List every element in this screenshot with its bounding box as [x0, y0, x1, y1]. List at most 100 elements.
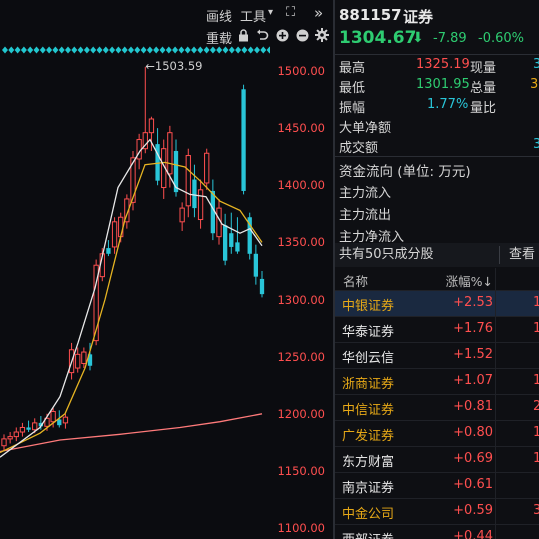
candle-body	[106, 248, 111, 254]
kline-canvas	[0, 66, 265, 458]
candle-body	[185, 155, 191, 207]
current-volume-value: 3	[533, 57, 539, 72]
event-marker-diamond	[235, 46, 242, 54]
stock-name: 南京证券	[342, 481, 395, 496]
candlestick	[197, 179, 204, 229]
table-row[interactable]: 中金公司 +0.59 3	[335, 498, 539, 525]
candlestick	[142, 66, 148, 154]
candlestick	[1, 434, 7, 451]
event-marker-diamond	[222, 46, 229, 54]
event-marker-diamond	[165, 46, 172, 54]
tab-view[interactable]: 查看	[509, 243, 535, 267]
table-row[interactable]: 东方财富 +0.69 1	[335, 446, 539, 473]
candle-body	[192, 179, 197, 209]
event-marker-diamond	[191, 46, 197, 54]
stock-change-percent: +0.80	[453, 425, 493, 440]
candle-body	[50, 410, 56, 423]
stock-name: 东方财富	[342, 455, 395, 470]
event-marker-diamond	[228, 46, 235, 54]
current-volume-label: 现量	[470, 61, 497, 76]
table-row[interactable]: 广发证券 +0.80 1	[335, 420, 539, 447]
candlestick	[259, 270, 265, 298]
table-row[interactable]: 南京证券 +0.61	[335, 472, 539, 499]
stock-extra-value: 1	[533, 425, 539, 440]
candle-body	[19, 426, 26, 433]
event-marker-diamond	[172, 46, 179, 54]
candle-body	[241, 89, 246, 191]
tab-components[interactable]: 共有50只成分股	[339, 243, 434, 267]
table-row[interactable]: 华泰证券 +1.76 1	[335, 316, 539, 343]
stock-change-percent: +0.81	[453, 399, 493, 414]
component-tabs: 共有50只成分股 查看	[335, 243, 539, 267]
turnover-value: 3	[533, 137, 539, 152]
price-tick-label: 1450.00	[277, 121, 325, 136]
event-marker-diamond	[247, 46, 254, 54]
price-change: -7.89	[433, 31, 467, 46]
candle-body	[235, 242, 240, 252]
stock-name: 浙商证券	[342, 377, 395, 392]
price-tick-label: 1400.00	[277, 178, 325, 193]
stock-change-percent: +0.61	[453, 477, 493, 492]
event-marker-diamond	[209, 46, 216, 54]
divider	[335, 54, 539, 55]
stock-change-percent: +0.59	[453, 503, 493, 518]
ma10-line	[0, 161, 263, 454]
candlestick	[13, 427, 19, 442]
candlestick	[185, 148, 191, 218]
candle-body	[75, 353, 81, 369]
stock-change-percent: +1.07	[453, 373, 493, 388]
table-row[interactable]: 西部证券 +0.44	[335, 524, 539, 539]
candle-body	[32, 422, 38, 431]
column-header-name[interactable]: 名称	[343, 271, 368, 290]
stock-extra-value: 3	[533, 503, 539, 518]
stock-change-percent: +1.76	[453, 321, 493, 336]
kline-chart[interactable]: 画线 工具 ▾ ⛶ » 重载 1500.00 1450.00 1400.00 1350…	[0, 0, 333, 539]
stock-extra-value: 2	[533, 399, 539, 414]
stock-change-percent: +1.52	[453, 347, 493, 362]
event-marker-diamond	[39, 46, 46, 54]
volume-ratio-label: 量比	[470, 101, 497, 116]
table-row[interactable]: 中信证券 +0.81 2	[335, 394, 539, 421]
event-marker-diamond	[14, 46, 21, 54]
quote-panel: 881157 证券 1304.67 ⬇ -7.89 -0.60% 最高 1325…	[335, 0, 539, 539]
table-row[interactable]: 浙商证券 +1.07 1	[335, 368, 539, 395]
candle-body	[7, 436, 13, 440]
price-tick-label: 1250.00	[277, 349, 325, 364]
reload-button[interactable]: 重载	[206, 28, 232, 47]
stock-name: 华创云信	[342, 351, 395, 366]
candle-body	[222, 225, 228, 261]
amplitude-value: 1.77%	[427, 97, 469, 112]
column-header-change-percent[interactable]: 涨幅%↓	[446, 271, 493, 290]
candle-body	[13, 431, 19, 438]
stock-name: 广发证券	[342, 429, 395, 444]
price-change-percent: -0.60%	[478, 31, 524, 46]
candlestick	[204, 148, 210, 190]
low-label: 最低	[339, 81, 366, 96]
draw-line-button[interactable]: 画线	[206, 6, 232, 25]
event-marker-diamond	[216, 46, 223, 54]
candle-body	[259, 278, 265, 295]
expand-icon[interactable]: ⛶	[286, 5, 295, 20]
event-marker-diamond	[83, 46, 90, 54]
candle-body	[148, 118, 155, 134]
candle-body	[229, 233, 234, 247]
candlestick	[111, 217, 118, 254]
low-value: 1301.95	[416, 77, 470, 92]
tools-dropdown-icon[interactable]: ▾	[268, 7, 273, 18]
candle-body	[1, 438, 7, 447]
event-marker-diamond	[266, 46, 270, 54]
table-row[interactable]: 华创云信 +1.52	[335, 342, 539, 369]
event-marker-diamond	[52, 46, 59, 54]
event-marker-diamond	[115, 46, 122, 54]
stock-extra-value: 1	[533, 321, 539, 336]
turnover-label: 成交额	[339, 141, 379, 156]
event-marker-diamond	[8, 46, 15, 54]
more-icon[interactable]: »	[314, 4, 323, 22]
tools-menu-button[interactable]: 工具	[240, 6, 266, 25]
price-tick-label: 1300.00	[277, 292, 325, 307]
table-row[interactable]: 中银证券 +2.53 1	[335, 290, 539, 317]
stock-extra-value: 1	[533, 373, 539, 388]
amplitude-label: 振幅	[339, 101, 366, 116]
main-inflow-label: 主力流入	[339, 186, 392, 201]
event-marker-diamond	[184, 46, 191, 54]
